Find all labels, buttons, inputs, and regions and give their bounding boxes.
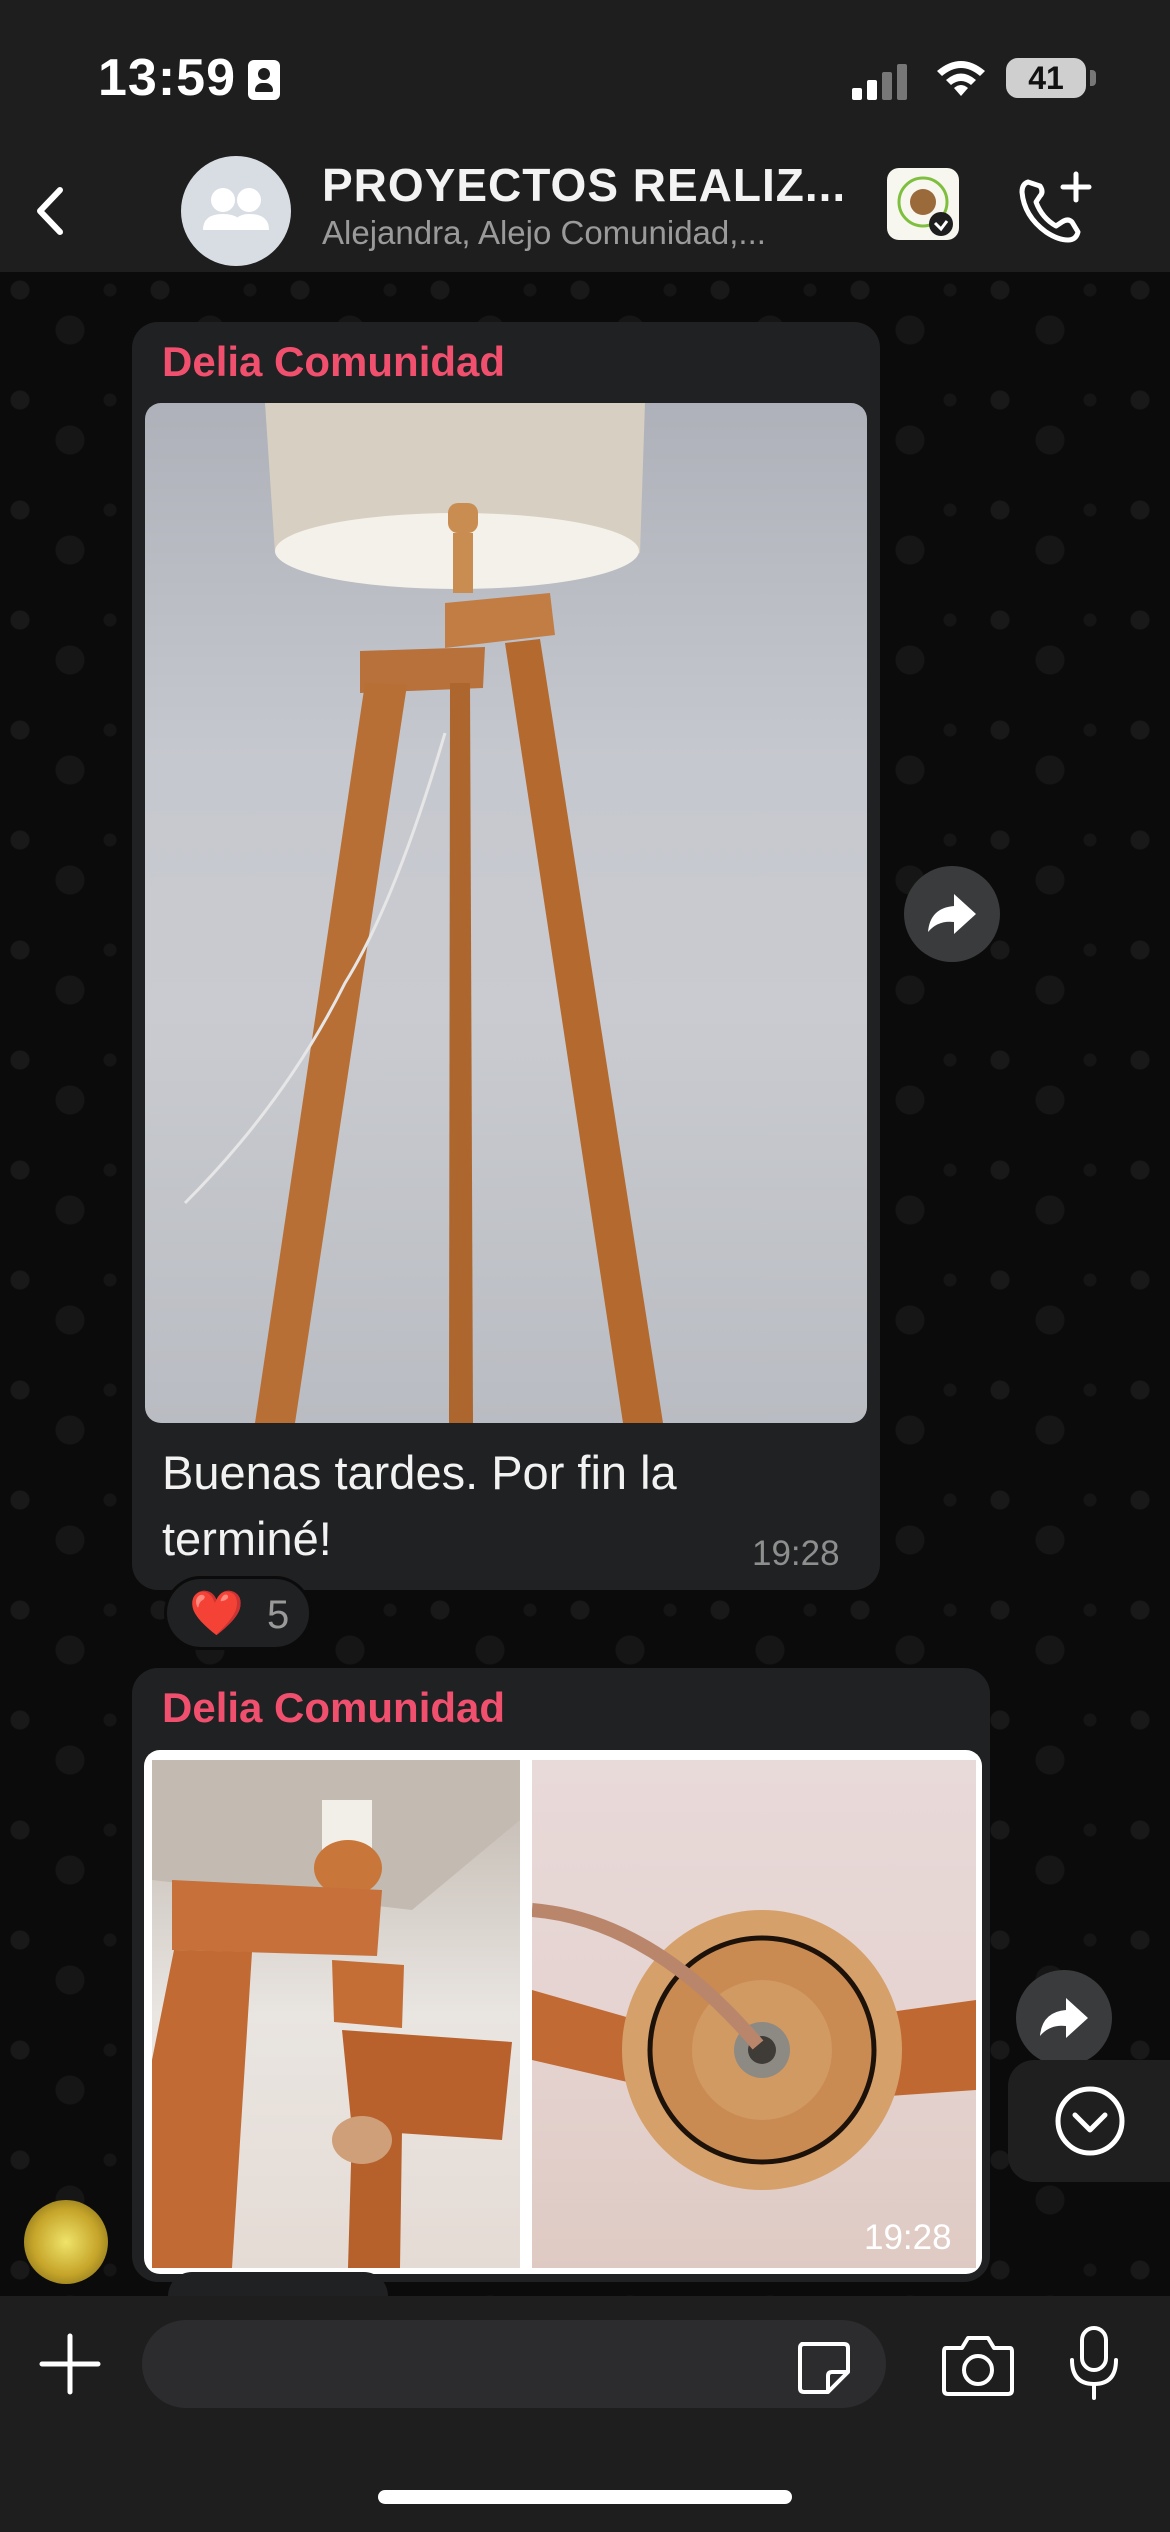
battery-tip [1090,70,1096,86]
floor-lamp-image [183,403,663,1423]
plus-icon[interactable] [34,2328,106,2400]
heart-reaction: ❤️ [189,1589,244,1638]
message-photo[interactable] [152,1760,520,2268]
mic-icon[interactable] [1066,2324,1122,2404]
camera-icon[interactable] [940,2332,1016,2398]
lamp-joint-image [152,1760,520,2268]
group-members[interactable]: Alejandra, Alejo Comunidad,... [322,214,766,252]
message-time: 19:28 [864,2218,952,2257]
reaction-count: 5 [267,1593,290,1637]
status-bar: 13:59 41 [0,0,1170,150]
wifi-icon [937,61,985,96]
sticker-icon[interactable] [792,2336,854,2398]
forward-icon [928,894,976,934]
forward-button[interactable] [904,866,1000,962]
sender-avatar[interactable] [24,2200,108,2284]
group-icon [203,188,269,230]
home-indicator [378,2490,792,2504]
scroll-to-bottom-button[interactable] [1008,2060,1170,2182]
back-chevron-icon[interactable] [18,176,88,246]
lamp-base-image [532,1903,976,2190]
message-sender[interactable]: Delia Comunidad [162,338,505,386]
battery-level: 41 [1006,58,1086,98]
message-input[interactable] [142,2320,886,2408]
message-photo[interactable] [532,1760,976,2268]
community-logo-icon [897,176,953,236]
message-time: 19:28 [752,1534,840,1573]
message-photo[interactable] [145,403,867,1423]
status-time: 13:59 [98,49,236,107]
group-title[interactable]: PROYECTOS REALIZ... [322,158,846,212]
scroll-down-icon [1055,2086,1125,2156]
group-avatar[interactable] [181,156,291,266]
message-sender[interactable]: Delia Comunidad [162,1684,505,1732]
forward-icon [1040,1998,1088,2038]
forward-button[interactable] [1016,1970,1112,2066]
cellular-signal-icon [852,62,912,100]
community-thumbnail[interactable] [887,168,959,240]
composer-bar [0,2296,1170,2532]
message-reaction[interactable]: ❤️ 5 [164,1576,312,1650]
focus-id-icon [248,60,280,100]
message-text[interactable]: Buenas tardes. Por fin la terminé! [162,1440,722,1572]
call-add-icon[interactable] [1014,170,1094,248]
chat-header: PROYECTOS REALIZ... Alejandra, Alejo Com… [0,150,1170,272]
